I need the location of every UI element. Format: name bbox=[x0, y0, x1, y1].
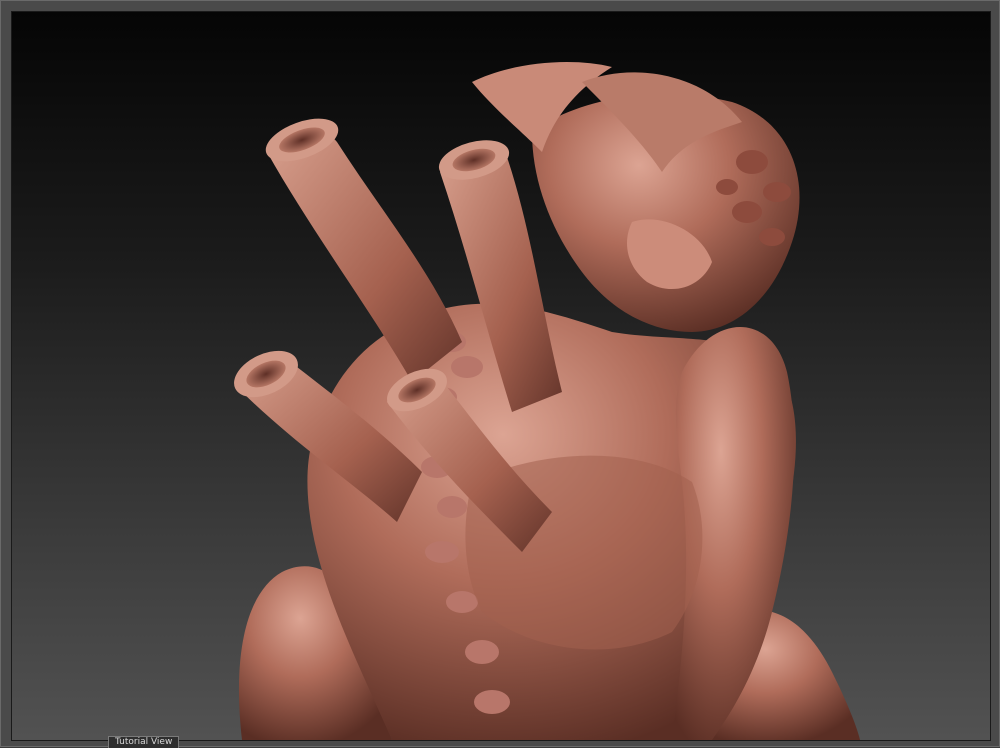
app-frame bbox=[0, 0, 1000, 747]
dorsal-tube-1 bbox=[265, 118, 462, 382]
sculpt-model[interactable] bbox=[12, 12, 990, 740]
view-label-tab[interactable]: Tutorial View bbox=[108, 736, 180, 748]
3d-viewport[interactable] bbox=[11, 11, 991, 741]
